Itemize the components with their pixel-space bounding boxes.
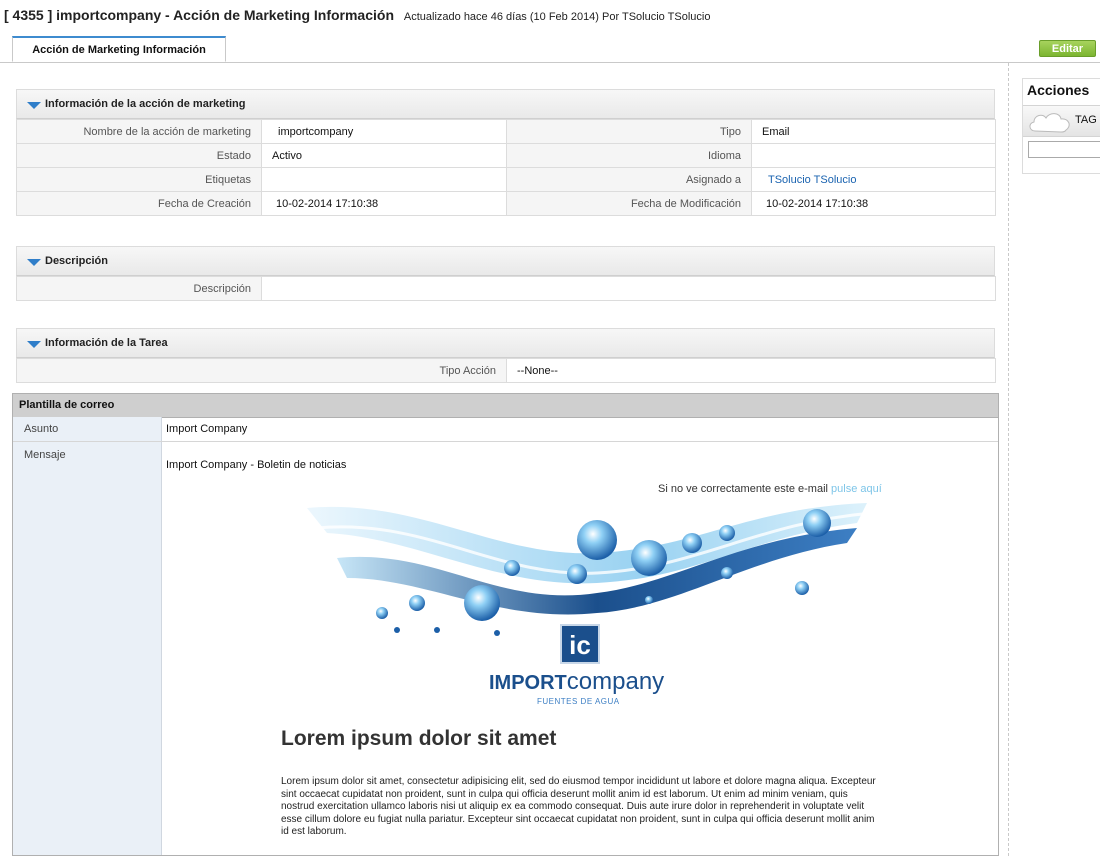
logo-subtitle: FUENTES DE AGUA: [537, 697, 620, 706]
sidebar-title: Acciones: [1027, 82, 1090, 98]
template-label-column: [13, 417, 162, 855]
field-label: Fecha de Creación: [16, 191, 262, 216]
task-info-section: Información de la Tarea Tipo Acción --No…: [16, 328, 996, 383]
marketing-info-header[interactable]: Información de la acción de marketing: [16, 89, 995, 119]
description-table: Descripción: [16, 276, 996, 301]
field-value-status[interactable]: Activo: [261, 143, 507, 168]
table-row: Tipo Acción --None--: [16, 358, 996, 383]
field-label: Tipo: [506, 119, 752, 144]
field-value-type[interactable]: Email: [751, 119, 996, 144]
field-label: Tipo Acción: [16, 358, 507, 383]
actions-sidebar: Acciones TAG: [1022, 78, 1100, 174]
tag-label: TAG: [1075, 114, 1097, 126]
marketing-info-section: Información de la acción de marketing No…: [16, 89, 996, 216]
email-preheader: Import Company - Boletin de noticias: [166, 459, 347, 471]
field-label: Descripción: [16, 276, 262, 301]
section-title: Descripción: [45, 255, 108, 267]
subject-label: Asunto: [24, 423, 59, 435]
field-value-assigned: TSolucio TSolucio: [751, 167, 996, 192]
logo-text-light: company: [566, 668, 665, 695]
view-online-line: Si no ve correctamente este e-mail pulse…: [658, 483, 882, 495]
edit-button[interactable]: Editar: [1039, 40, 1096, 57]
field-label: Asignado a: [506, 167, 752, 192]
logo-icon: ic: [560, 624, 600, 664]
field-value-name[interactable]: importcompany: [261, 119, 507, 144]
field-label: Nombre de la acción de marketing: [16, 119, 262, 144]
view-online-text: Si no ve correctamente este e-mail: [658, 483, 828, 495]
description-header[interactable]: Descripción: [16, 246, 995, 276]
collapse-triangle-icon[interactable]: [27, 259, 41, 266]
logo-text-bold: IMPORT: [489, 672, 567, 694]
field-value-action-type[interactable]: --None--: [506, 358, 996, 383]
message-label: Mensaje: [24, 449, 66, 461]
cloud-icon: [1029, 113, 1070, 133]
field-value-language[interactable]: [751, 143, 996, 168]
field-label: Etiquetas: [16, 167, 262, 192]
field-label: Idioma: [506, 143, 752, 168]
tag-cloud-box: TAG: [1023, 105, 1100, 137]
field-value-tags[interactable]: [261, 167, 507, 192]
task-info-header[interactable]: Información de la Tarea: [16, 328, 995, 358]
table-row: Estado Activo Idioma: [16, 143, 996, 168]
view-online-link[interactable]: pulse aquí: [831, 483, 882, 495]
table-row: Etiquetas Asignado a TSolucio TSolucio: [16, 167, 996, 192]
field-value-created: 10-02-2014 17:10:38: [261, 191, 507, 216]
collapse-triangle-icon[interactable]: [27, 102, 41, 109]
page-title: [ 4355 ] importcompany - Acción de Marke…: [4, 7, 710, 23]
field-label: Fecha de Modificación: [506, 191, 752, 216]
email-template-title: Plantilla de correo: [13, 394, 998, 418]
page-header: [ 4355 ] importcompany - Acción de Marke…: [0, 0, 1100, 34]
main-content: Información de la acción de marketing No…: [0, 63, 1009, 856]
updated-info: Actualizado hace 46 días (10 Feb 2014) P…: [403, 11, 711, 23]
table-row: Fecha de Creación 10-02-2014 17:10:38 Fe…: [16, 191, 996, 216]
table-row: Descripción: [16, 276, 996, 301]
tab-marketing-info[interactable]: Acción de Marketing Información: [12, 36, 226, 62]
field-label: Estado: [16, 143, 262, 168]
description-section: Descripción Descripción: [16, 246, 996, 301]
marketing-info-table: Nombre de la acción de marketing importc…: [16, 119, 996, 216]
record-title: [ 4355 ] importcompany - Acción de Marke…: [4, 7, 394, 23]
task-info-table: Tipo Acción --None--: [16, 358, 996, 383]
subject-value: Import Company: [166, 423, 248, 435]
table-row: Nombre de la acción de marketing importc…: [16, 119, 996, 144]
email-body-text: Lorem ipsum dolor sit amet, consectetur …: [281, 776, 876, 837]
email-template-panel: Plantilla de correo Asunto Import Compan…: [12, 393, 999, 856]
field-value-description[interactable]: [261, 276, 996, 301]
field-value-modified: 10-02-2014 17:10:38: [751, 191, 996, 216]
collapse-triangle-icon[interactable]: [27, 341, 41, 348]
section-title: Información de la acción de marketing: [45, 98, 246, 110]
company-logo: IMPORTcompany: [489, 668, 664, 696]
tag-input[interactable]: [1028, 141, 1100, 158]
logo-mark: ic: [569, 630, 591, 660]
assigned-user-link[interactable]: TSolucio TSolucio: [768, 174, 856, 186]
water-splash-banner: [307, 503, 873, 636]
tab-bar: Acción de Marketing Información: [0, 36, 1100, 63]
email-heading: Lorem ipsum dolor sit amet: [281, 727, 557, 750]
row-divider: [13, 441, 998, 442]
section-title: Información de la Tarea: [45, 337, 168, 349]
